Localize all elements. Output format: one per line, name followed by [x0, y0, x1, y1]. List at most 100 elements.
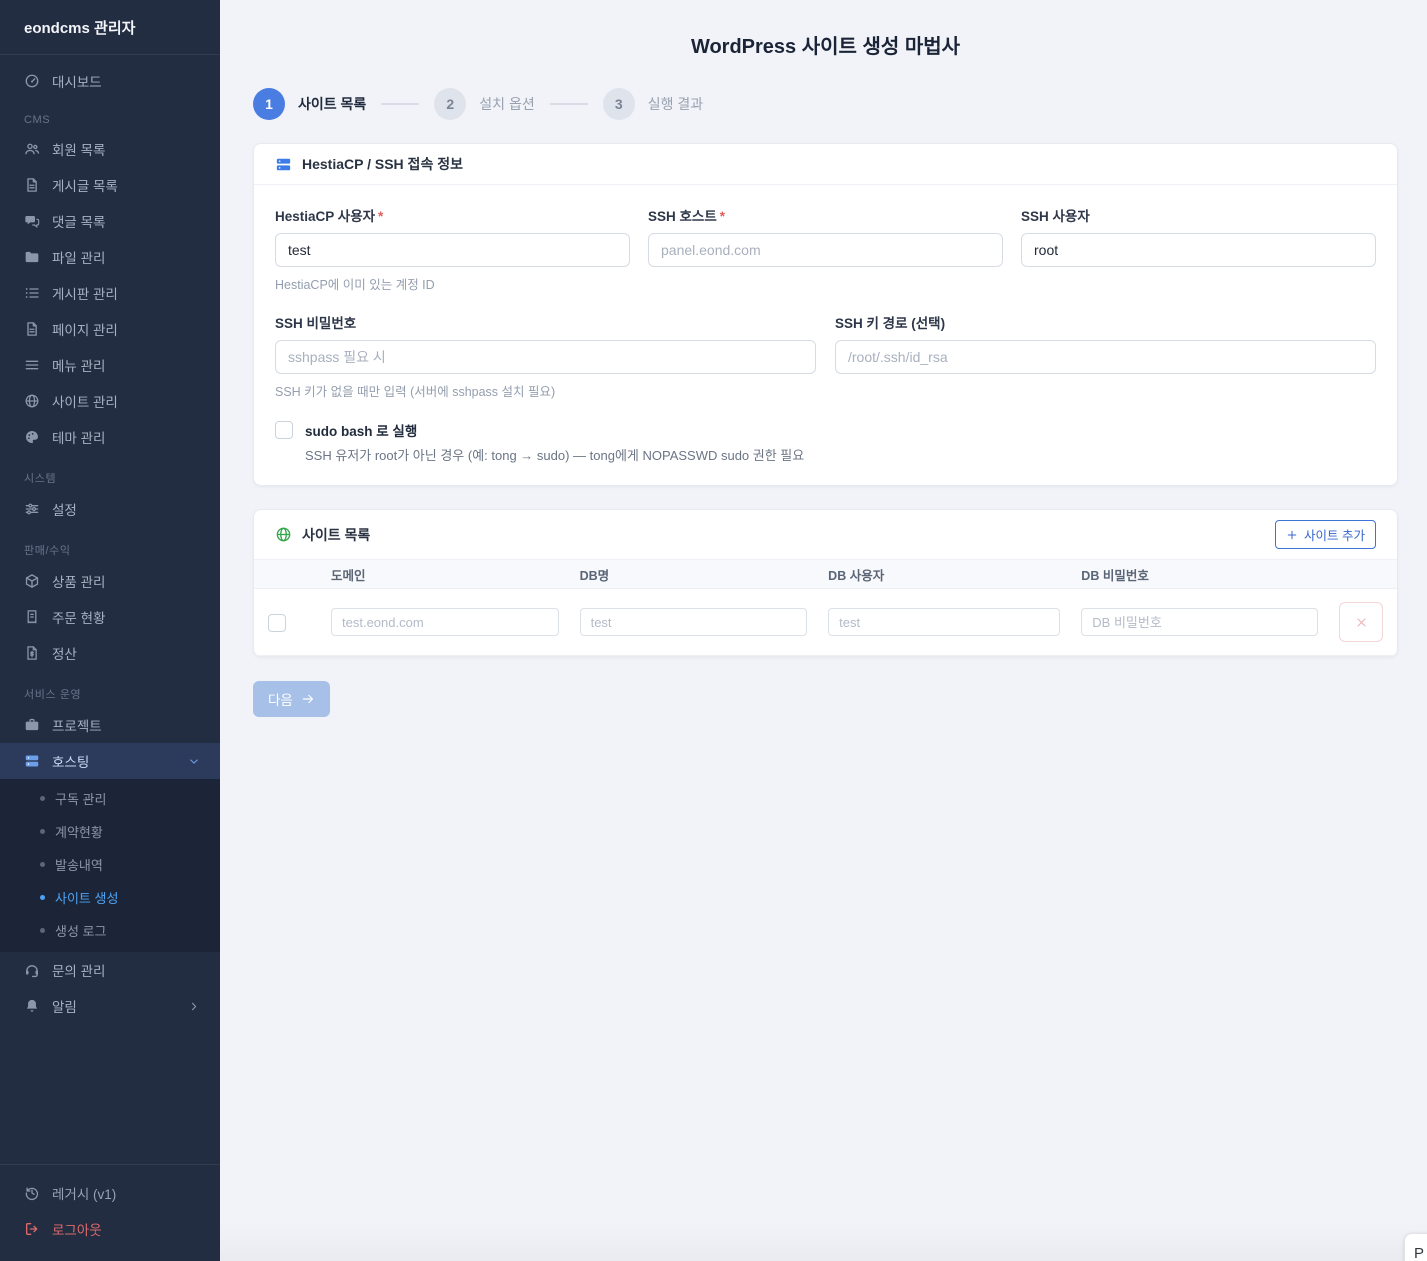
sidebar-item-label: 댓글 목록	[52, 211, 105, 231]
invoice-icon	[24, 645, 40, 661]
submenu-item-dispatch-history[interactable]: 발송내역	[0, 848, 220, 881]
ssh-key-path-input[interactable]	[835, 340, 1376, 374]
sidebar-item-inquiries[interactable]: 문의 관리	[0, 952, 220, 988]
db-password-input[interactable]	[1081, 608, 1318, 636]
field-ssh-password: SSH 비밀번호 SSH 키가 없을 때만 입력 (서버에 sshpass 설치…	[275, 312, 816, 400]
next-step-button[interactable]: 다음	[253, 681, 330, 717]
submenu-item-site-create[interactable]: 사이트 생성	[0, 881, 220, 914]
menu-bars-icon	[24, 357, 40, 373]
sidebar-item-orders[interactable]: 주문 현황	[0, 599, 220, 635]
step-1: 1 사이트 목록	[253, 88, 366, 120]
folder-icon	[24, 249, 40, 265]
submenu-item-subscriptions[interactable]: 구독 관리	[0, 782, 220, 815]
sidebar-item-menus[interactable]: 메뉴 관리	[0, 347, 220, 383]
ssh-password-input[interactable]	[275, 340, 816, 374]
globe-icon	[24, 393, 40, 409]
sidebar-item-label: 상품 관리	[52, 571, 105, 591]
column-domain: 도메인	[331, 565, 559, 584]
chevron-down-icon	[186, 755, 202, 768]
submenu-item-label: 발송내역	[55, 855, 103, 874]
domain-input[interactable]	[331, 608, 559, 636]
sudo-option-row: sudo bash 로 실행 SSH 유저가 root가 아닌 경우 (예: t…	[275, 420, 1376, 464]
dashboard-icon	[24, 73, 40, 89]
sidebar-item-label: 테마 관리	[52, 427, 105, 447]
ssh-password-label: SSH 비밀번호	[275, 312, 816, 332]
bullet-icon	[40, 829, 45, 834]
row-select-checkbox[interactable]	[268, 614, 286, 632]
ssh-card-title: HestiaCP / SSH 접속 정보	[302, 154, 463, 174]
ssh-user-input[interactable]	[1021, 233, 1376, 267]
sidebar-item-members[interactable]: 회원 목록	[0, 131, 220, 167]
sidebar-item-boards[interactable]: 게시판 관리	[0, 275, 220, 311]
sudo-bash-checkbox[interactable]	[275, 421, 293, 439]
delete-row-button[interactable]	[1339, 602, 1383, 642]
ssh-info-card: HestiaCP / SSH 접속 정보 HestiaCP 사용자* Hesti…	[253, 143, 1398, 486]
sidebar-item-comments[interactable]: 댓글 목록	[0, 203, 220, 239]
sidebar-item-logout[interactable]: 로그아웃	[0, 1211, 220, 1247]
sidebar-item-label: 알림	[52, 996, 174, 1016]
sidebar-item-legacy[interactable]: 레거시 (v1)	[0, 1175, 220, 1211]
sidebar-item-posts[interactable]: 게시글 목록	[0, 167, 220, 203]
step-connector	[550, 103, 588, 105]
section-label-cms: CMS	[24, 114, 196, 126]
sidebar-item-themes[interactable]: 테마 관리	[0, 419, 220, 455]
site-list-title: 사이트 목록	[302, 525, 370, 545]
sudo-bash-label: sudo bash 로 실행	[305, 420, 804, 440]
site-table-header: 도메인 DB명 DB 사용자 DB 비밀번호	[254, 560, 1397, 589]
db-name-input[interactable]	[580, 608, 808, 636]
submenu-item-contracts[interactable]: 계약현황	[0, 815, 220, 848]
submenu-item-create-logs[interactable]: 생성 로그	[0, 914, 220, 947]
step-1-number: 1	[253, 88, 285, 120]
field-hestia-user: HestiaCP 사용자* HestiaCP에 이미 있는 계정 ID	[275, 205, 630, 293]
sidebar-footer: 레거시 (v1) 로그아웃	[0, 1164, 220, 1261]
sidebar-item-hosting[interactable]: 호스팅	[0, 743, 220, 779]
bullet-icon	[40, 796, 45, 801]
logout-icon	[24, 1221, 40, 1237]
site-list-card: 사이트 목록 사이트 추가 도메인 DB명 DB 사용자 DB 비밀번호	[253, 509, 1398, 657]
add-site-button-label: 사이트 추가	[1304, 525, 1365, 544]
palette-icon	[24, 429, 40, 445]
sidebar-item-settlement[interactable]: 정산	[0, 635, 220, 671]
sidebar-item-products[interactable]: 상품 관리	[0, 563, 220, 599]
hestia-user-input[interactable]	[275, 233, 630, 267]
sidebar: eondcms 관리자 대시보드 CMS 회원 목록 게시글 목록 댓글 목록 …	[0, 0, 220, 1261]
server-icon	[24, 753, 40, 769]
sidebar-item-files[interactable]: 파일 관리	[0, 239, 220, 275]
ssh-user-label: SSH 사용자	[1021, 205, 1376, 225]
sidebar-item-label: 게시글 목록	[52, 175, 118, 195]
add-site-button[interactable]: 사이트 추가	[1275, 520, 1376, 549]
sidebar-item-dashboard[interactable]: 대시보드	[0, 63, 220, 99]
section-label-sales: 판매/수익	[24, 542, 196, 558]
step-2: 2 설치 옵션	[434, 88, 534, 120]
column-db-user: DB 사용자	[828, 565, 1060, 584]
section-label-service: 서비스 운영	[24, 686, 196, 702]
sidebar-item-label: 주문 현황	[52, 607, 105, 627]
sidebar-item-settings[interactable]: 설정	[0, 491, 220, 527]
ssh-card-header: HestiaCP / SSH 접속 정보	[254, 144, 1397, 185]
bullet-icon	[40, 862, 45, 867]
sidebar-item-notifications[interactable]: 알림	[0, 988, 220, 1024]
sidebar-item-label: 정산	[52, 643, 77, 663]
ssh-host-input[interactable]	[648, 233, 1003, 267]
sidebar-item-projects[interactable]: 프로젝트	[0, 707, 220, 743]
sidebar-nav: 대시보드 CMS 회원 목록 게시글 목록 댓글 목록 파일 관리 게시판 관리…	[0, 55, 220, 1164]
sidebar-item-pages[interactable]: 페이지 관리	[0, 311, 220, 347]
ssh-key-path-label: SSH 키 경로 (선택)	[835, 312, 1376, 332]
history-icon	[24, 1185, 40, 1201]
sidebar-item-label: 대시보드	[52, 71, 102, 91]
floating-widget-fragment[interactable]: P	[1404, 1233, 1427, 1261]
column-db-password: DB 비밀번호	[1081, 565, 1318, 584]
wizard-steps: 1 사이트 목록 2 설치 옵션 3 실행 결과	[253, 88, 1398, 120]
list-icon	[24, 285, 40, 301]
globe-icon	[275, 526, 292, 543]
sidebar-item-label: 페이지 관리	[52, 319, 118, 339]
step-2-label: 설치 옵션	[479, 94, 534, 114]
sliders-icon	[24, 501, 40, 517]
submenu-item-label: 계약현황	[55, 822, 103, 841]
step-1-label: 사이트 목록	[298, 94, 366, 114]
sidebar-item-sites[interactable]: 사이트 관리	[0, 383, 220, 419]
db-user-input[interactable]	[828, 608, 1060, 636]
submenu-item-label: 사이트 생성	[55, 888, 118, 907]
sidebar-item-label: 설정	[52, 499, 77, 519]
section-label-system: 시스템	[24, 470, 196, 486]
